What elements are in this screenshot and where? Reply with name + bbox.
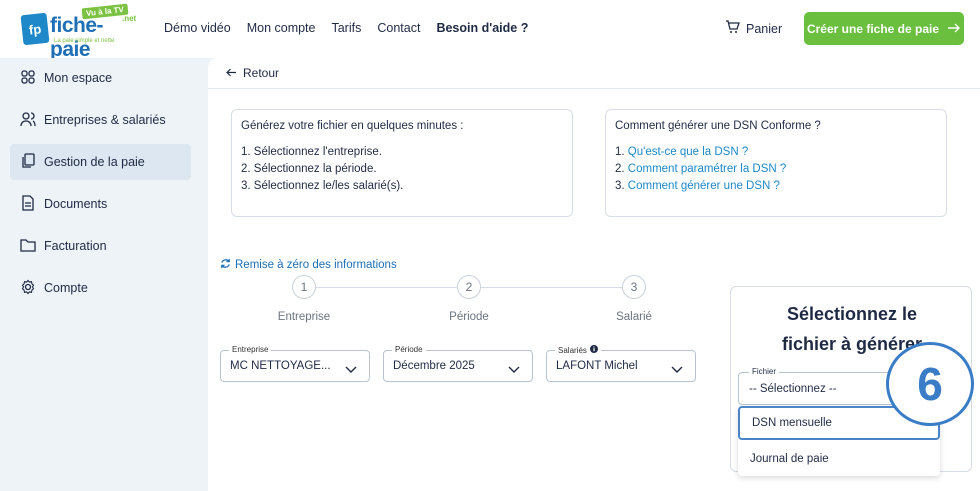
sidebar-item-mon-espace[interactable]: Mon espace bbox=[10, 60, 191, 96]
field-label: Salariés bbox=[555, 345, 601, 355]
info-icon[interactable] bbox=[589, 345, 598, 355]
field-value: LAFONT Michel bbox=[556, 360, 638, 372]
instruction-step: 2. Sélectionnez la période. bbox=[241, 163, 377, 175]
sidebar-item-label: Gestion de la paie bbox=[44, 155, 145, 169]
reset-link[interactable]: Remise à zéro des informations bbox=[220, 258, 397, 272]
chevron-down-icon bbox=[345, 361, 357, 379]
sidebar-item-label: Compte bbox=[44, 281, 88, 295]
create-payslip-label: Créer une fiche de paie bbox=[806, 21, 940, 36]
entreprise-select[interactable]: Entreprise MC NETTOYAGE... bbox=[220, 345, 370, 382]
instructions-heading: Générez votre fichier en quelques minute… bbox=[241, 120, 464, 132]
reset-label: Remise à zéro des informations bbox=[235, 259, 397, 271]
dsn-link-configure[interactable]: Comment paramétrer la DSN ? bbox=[628, 163, 787, 175]
field-label: Période bbox=[392, 345, 426, 354]
instruction-step: 3. Sélectionnez le/les salarié(s). bbox=[241, 180, 404, 192]
dsn-help-item: 3. Comment générer une DSN ? bbox=[615, 180, 937, 192]
step-number: 3 bbox=[622, 275, 646, 299]
dsn-help-number: 3. bbox=[615, 180, 625, 192]
sidebar-item-label: Mon espace bbox=[44, 71, 113, 85]
field-value: Décembre 2025 bbox=[393, 360, 475, 372]
cart-label: Panier bbox=[746, 21, 783, 36]
chevron-down-icon bbox=[508, 361, 520, 379]
salaries-select[interactable]: Salariés LAFONT Michel bbox=[546, 345, 696, 382]
field-label-text: Salariés bbox=[558, 345, 587, 355]
users-icon bbox=[20, 111, 36, 130]
document-icon bbox=[20, 194, 36, 214]
step-number: 2 bbox=[457, 275, 481, 299]
dsn-help-number: 1. bbox=[615, 146, 625, 158]
stepper: 1 Entreprise 2 Période 3 Salarié bbox=[276, 275, 652, 335]
logo[interactable]: fp Vu à la TV fiche-paie .net La paie si… bbox=[20, 3, 142, 61]
step-label: Salarié bbox=[616, 311, 652, 323]
dsn-help-item: 2. Comment paramétrer la DSN ? bbox=[615, 163, 937, 175]
dsn-link-generate[interactable]: Comment générer une DSN ? bbox=[628, 180, 780, 192]
refresh-icon bbox=[220, 258, 231, 272]
content-panel: Retour Générez votre fichier en quelques… bbox=[208, 58, 980, 491]
main-area: Retour Générez votre fichier en quelques… bbox=[202, 58, 980, 491]
dsn-help-heading: Comment générer une DSN Conforme ? bbox=[615, 120, 821, 132]
nav-mon-compte[interactable]: Mon compte bbox=[247, 21, 316, 35]
field-label: Entreprise bbox=[229, 345, 272, 354]
logo-badge: fp bbox=[20, 12, 50, 46]
field-value: MC NETTOYAGE... bbox=[230, 360, 331, 372]
instruction-step: 1. Sélectionnez l'entreprise. bbox=[241, 146, 382, 158]
nav-contact[interactable]: Contact bbox=[377, 21, 420, 35]
chevron-down-icon bbox=[671, 361, 683, 379]
sidebar: Mon espace Entreprises & salariés Gestio… bbox=[0, 58, 202, 491]
gear-icon bbox=[20, 279, 36, 298]
cart-icon bbox=[725, 20, 740, 37]
dsn-help-item: 1. Qu'est-ce que la DSN ? bbox=[615, 146, 937, 158]
field-value: -- Sélectionnez -- bbox=[749, 383, 837, 395]
nav-help[interactable]: Besoin d'aide ? bbox=[436, 21, 528, 35]
panel-title-line: Sélectionnez le bbox=[786, 304, 918, 324]
grid-icon bbox=[20, 69, 36, 88]
step-callout-badge: 6 bbox=[886, 342, 974, 426]
folder-icon bbox=[20, 237, 36, 256]
logo-tagline: La paie simple et nette bbox=[54, 38, 115, 44]
copy-icon bbox=[20, 152, 36, 172]
sidebar-item-documents[interactable]: Documents bbox=[10, 186, 191, 222]
step-periode: 2 Période bbox=[424, 275, 514, 323]
nav-tarifs[interactable]: Tarifs bbox=[331, 21, 361, 35]
sidebar-item-label: Facturation bbox=[44, 239, 107, 253]
dsn-link-what[interactable]: Qu'est-ce que la DSN ? bbox=[628, 146, 748, 158]
sidebar-item-entreprises[interactable]: Entreprises & salariés bbox=[10, 102, 191, 138]
divider bbox=[208, 88, 980, 89]
nav-demo-video[interactable]: Démo vidéo bbox=[164, 21, 231, 35]
top-navbar: fp Vu à la TV fiche-paie .net La paie si… bbox=[0, 0, 980, 61]
back-label: Retour bbox=[243, 66, 280, 80]
sidebar-item-gestion-paie[interactable]: Gestion de la paie bbox=[10, 144, 191, 180]
dsn-help-card: Comment générer une DSN Conforme ? 1. Qu… bbox=[605, 109, 947, 217]
sidebar-item-compte[interactable]: Compte bbox=[10, 270, 191, 306]
step-entreprise: 1 Entreprise bbox=[259, 275, 349, 323]
step-label: Période bbox=[449, 311, 489, 323]
step-label: Entreprise bbox=[277, 311, 331, 323]
option-journal-de-paie[interactable]: Journal de paie bbox=[738, 444, 940, 474]
sidebar-item-label: Entreprises & salariés bbox=[44, 113, 166, 127]
field-label: Fichier bbox=[749, 367, 780, 376]
back-link[interactable]: Retour bbox=[226, 66, 279, 80]
main-nav: Démo vidéo Mon compte Tarifs Contact Bes… bbox=[164, 21, 528, 35]
sidebar-item-label: Documents bbox=[44, 197, 108, 211]
cart-button[interactable]: Panier bbox=[725, 20, 782, 37]
create-payslip-button[interactable]: Créer une fiche de paie bbox=[804, 12, 964, 45]
arrow-right-icon bbox=[947, 22, 961, 36]
dsn-help-number: 2. bbox=[615, 163, 625, 175]
logo-net: .net bbox=[122, 14, 137, 23]
step-salarie: 3 Salarié bbox=[589, 275, 679, 323]
periode-select[interactable]: Période Décembre 2025 bbox=[383, 345, 533, 382]
arrow-left-icon bbox=[226, 66, 237, 80]
instructions-card: Générez votre fichier en quelques minute… bbox=[231, 109, 573, 217]
sidebar-item-facturation[interactable]: Facturation bbox=[10, 228, 191, 264]
step-number: 1 bbox=[292, 275, 316, 299]
